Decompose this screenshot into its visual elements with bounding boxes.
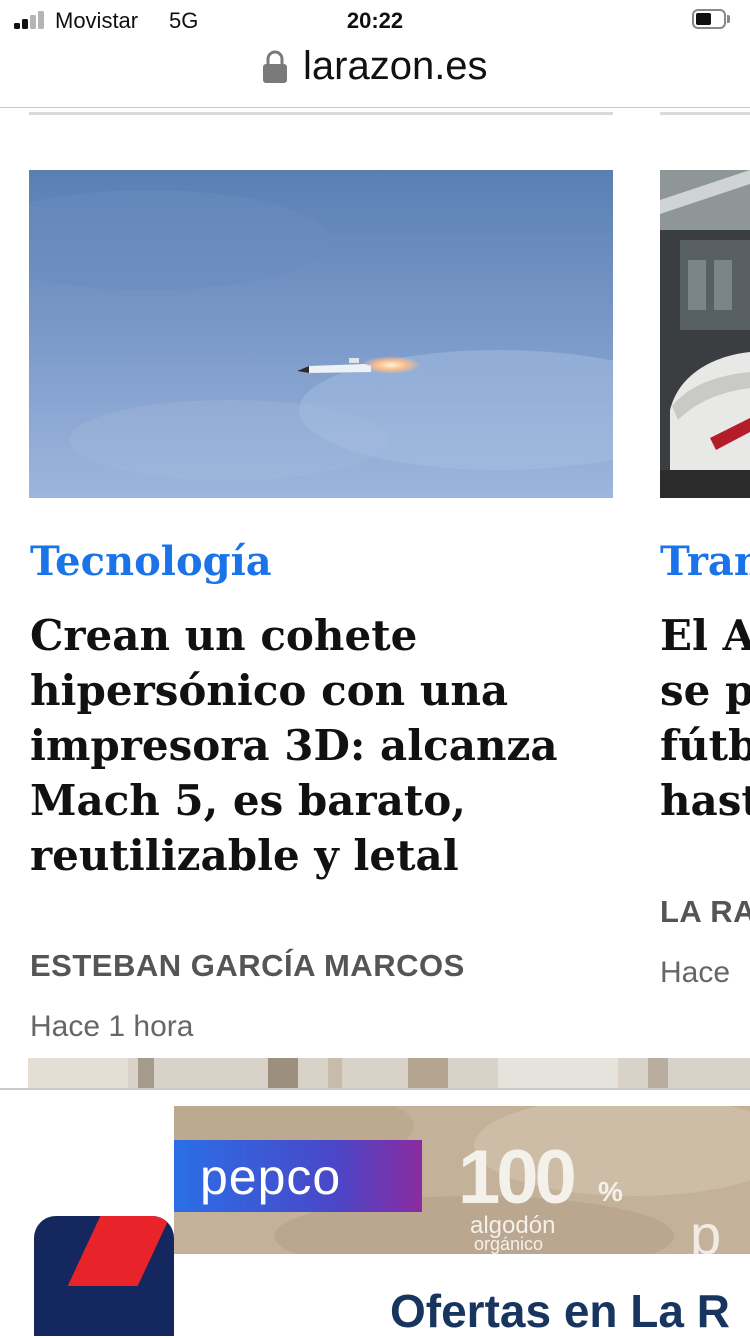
- battery-icon: [692, 9, 730, 29]
- pepco-ad-banner[interactable]: pepco 100 % algodón orgánico p: [174, 1106, 750, 1254]
- status-bar: Movistar 5G 20:22: [0, 0, 750, 40]
- section-divider: [29, 112, 613, 115]
- article-category[interactable]: Tecnología: [30, 538, 272, 585]
- article-headline[interactable]: Crean un cohete hipersónico con una impr…: [30, 608, 630, 883]
- article-timestamp: Hace 1 hora: [30, 1010, 194, 1043]
- headline-line: El A: [660, 611, 750, 660]
- article-author[interactable]: LA RA: [660, 894, 750, 930]
- promo-tail-text: p: [690, 1203, 722, 1254]
- pepco-logo: pepco: [174, 1140, 422, 1212]
- status-time: 20:22: [346, 8, 404, 33]
- article-category[interactable]: Tran: [660, 538, 750, 585]
- article-image-rocket[interactable]: [29, 170, 613, 498]
- headline-line: fútb: [660, 721, 750, 770]
- headline-line: hast: [660, 776, 750, 825]
- article-image-train[interactable]: [660, 170, 750, 498]
- address-bar[interactable]: larazon.es: [0, 40, 750, 108]
- promo-value: 100: [458, 1135, 577, 1220]
- train-photo: [660, 170, 750, 498]
- pepco-brand-text: pepco: [200, 1149, 342, 1205]
- url-text[interactable]: larazon.es: [303, 44, 488, 89]
- promo-unit: %: [598, 1176, 623, 1207]
- headline-line: hipersónico con una: [30, 666, 509, 715]
- headline-line: reutilizable y letal: [30, 831, 459, 880]
- next-article-photo: [28, 1058, 750, 1088]
- headline-line: Crean un cohete: [30, 611, 418, 660]
- la-razon-app-logo[interactable]: [34, 1216, 174, 1336]
- headline-line: impresora 3D: alcanza: [30, 721, 558, 770]
- article-headline[interactable]: El A se p fútb hast: [660, 608, 750, 828]
- section-divider: [660, 112, 750, 115]
- rocket-photo: [29, 170, 613, 498]
- article-timestamp: Hace: [660, 956, 731, 989]
- lock-icon: [263, 50, 287, 83]
- promo-subtitle-2: orgánico: [474, 1234, 544, 1254]
- headline-line: Mach 5, es barato,: [30, 776, 466, 825]
- bottom-ad[interactable]: pepco 100 % algodón orgánico p Ofertas e…: [0, 1088, 750, 1337]
- headline-line: se p: [660, 666, 750, 715]
- offers-text[interactable]: Ofertas en La R: [390, 1284, 730, 1338]
- article-author[interactable]: ESTEBAN GARCÍA MARCOS: [30, 948, 465, 984]
- next-article-image[interactable]: [28, 1058, 750, 1088]
